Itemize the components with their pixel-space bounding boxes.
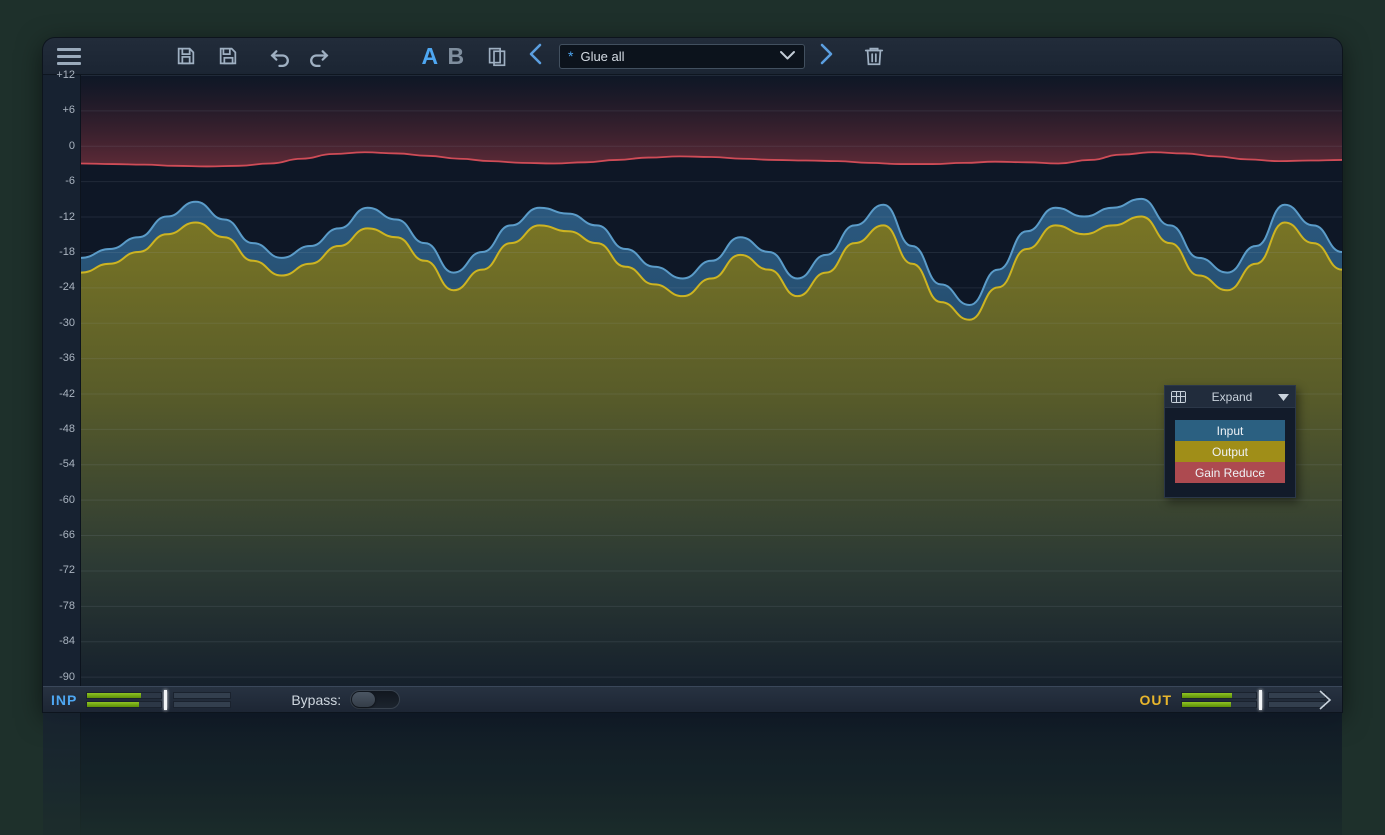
input-meter	[86, 691, 163, 708]
save-as-icon[interactable]	[211, 41, 245, 71]
ab-a-button[interactable]: A	[417, 43, 443, 70]
grid-matrix-icon[interactable]	[1171, 390, 1186, 403]
preset-name: Glue all	[580, 48, 625, 64]
plugin-window: A B * Glue all +12 +6 0 -6 -12 -18 -24 -…	[43, 38, 1342, 712]
legend-items: Input Output Gain Reduce	[1165, 408, 1295, 497]
plot-area[interactable]	[81, 75, 1342, 712]
preset-selector[interactable]: * Glue all	[559, 43, 805, 69]
bypass-label: Bypass:	[291, 691, 342, 708]
ab-b-button[interactable]: B	[443, 43, 469, 70]
next-preset-button[interactable]	[811, 42, 841, 71]
output-meter-label: OUT	[1139, 691, 1172, 708]
y-axis-tick: -42	[59, 387, 75, 400]
legend-header[interactable]: Expand	[1165, 386, 1295, 408]
output-meter	[1181, 691, 1257, 708]
output-peak-indicator	[1259, 689, 1262, 710]
chevron-down-icon	[779, 49, 796, 64]
chevron-down-icon[interactable]	[1278, 388, 1289, 406]
bottom-meter-bar: INP Bypass: OUT	[43, 686, 1342, 713]
redo-icon[interactable]	[299, 41, 337, 71]
hamburger-menu-icon[interactable]	[49, 41, 89, 71]
y-axis-tick: -90	[59, 670, 75, 683]
y-axis-tick: -30	[59, 316, 75, 329]
bypass-toggle[interactable]	[350, 690, 401, 709]
trash-icon[interactable]	[863, 41, 885, 71]
legend-item-input[interactable]: Input	[1175, 420, 1285, 441]
y-axis-tick: -12	[59, 210, 75, 223]
input-peak-indicator	[164, 689, 168, 710]
legend-item-gain-reduce[interactable]: Gain Reduce	[1175, 462, 1285, 483]
y-axis-tick: -48	[59, 422, 75, 435]
y-axis-tick: +12	[56, 69, 75, 81]
window-reflection: INP Bypass: OUT	[43, 713, 1342, 835]
y-axis-tick: -54	[59, 458, 75, 471]
prev-preset-button[interactable]	[521, 42, 551, 71]
y-axis-tick: -84	[59, 635, 75, 648]
input-meter-label: INP	[51, 691, 78, 708]
undo-icon[interactable]	[261, 41, 299, 71]
preset-modified-star: *	[568, 48, 574, 64]
legend-title: Expand	[1211, 389, 1253, 404]
input-meter-secondary	[173, 691, 232, 708]
app-root: INP Bypass: OUT	[0, 0, 1385, 835]
analyzer-graph: +12 +6 0 -6 -12 -18 -24 -30 -36 -42 -48 -54 -60 -66 -7…	[43, 69, 1342, 712]
bypass-control[interactable]: Bypass:	[291, 690, 401, 709]
toolbar: A B * Glue all	[43, 38, 1342, 75]
y-axis-tick: -72	[59, 564, 75, 577]
y-axis-tick: -6	[65, 175, 75, 188]
legend-panel[interactable]: Expand Input Output Gain Reduce	[1164, 385, 1296, 498]
copy-icon[interactable]	[479, 41, 515, 71]
y-axis-tick: 0	[68, 139, 75, 152]
y-axis-tick: -18	[59, 245, 75, 258]
save-icon[interactable]	[169, 41, 203, 71]
y-axis-tick: -78	[59, 599, 75, 612]
y-axis-tick: -36	[59, 352, 75, 365]
resize-handle[interactable]	[1318, 689, 1340, 711]
y-axis-tick: +6	[62, 104, 75, 117]
legend-item-output[interactable]: Output	[1175, 441, 1285, 462]
y-axis: +12 +6 0 -6 -12 -18 -24 -30 -36 -42 -48 -54 -60 -66 -7…	[43, 69, 81, 712]
y-axis-tick: -60	[59, 493, 75, 506]
y-axis-tick: -66	[59, 529, 75, 542]
y-axis-tick: -24	[59, 281, 75, 294]
